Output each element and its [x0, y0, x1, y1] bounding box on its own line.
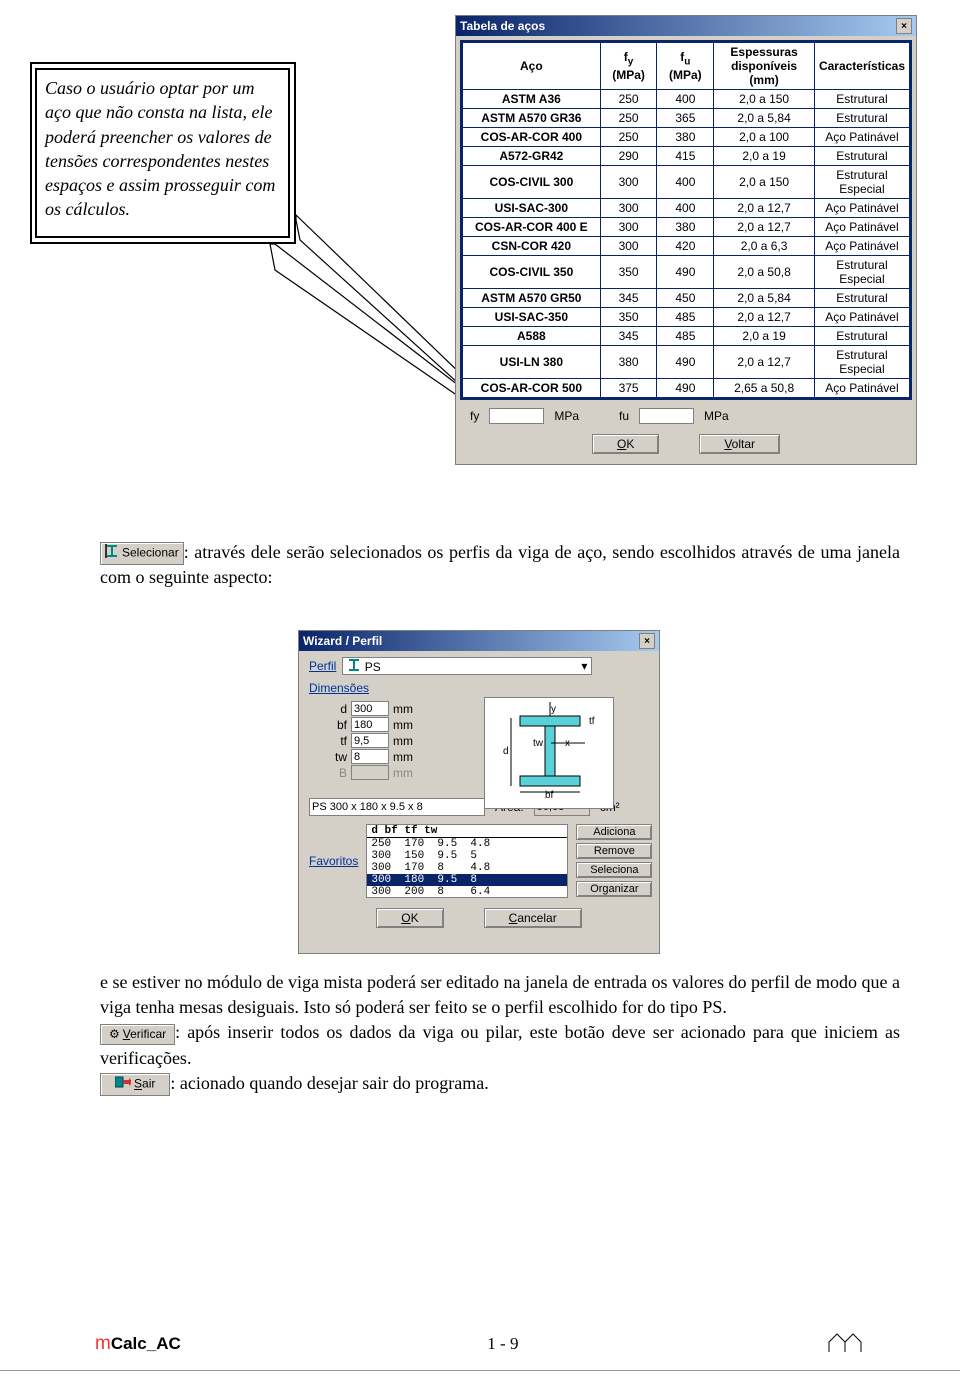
custom-inputs-row: fy MPa fu MPa	[456, 404, 916, 428]
remove-button[interactable]: Remove	[576, 843, 652, 859]
titlebar: Tabela de aços ×	[456, 16, 916, 36]
table-row[interactable]: COS-CIVIL 3003004002,0 a 150Estrutural E…	[463, 166, 910, 199]
table-row[interactable]: A5883454852,0 a 19Estrutural	[463, 327, 910, 346]
table-row[interactable]: USI-LN 3803804902,0 a 12,7Estrutural Esp…	[463, 346, 910, 379]
dim-tf-input[interactable]	[351, 733, 389, 748]
table-row[interactable]: CSN-COR 4203004202,0 a 6,3Aço Patinável	[463, 237, 910, 256]
col-fu: fu(MPa)	[657, 43, 714, 90]
fy-label: fy	[470, 409, 479, 423]
organizar-button[interactable]: Organizar	[576, 881, 652, 897]
paragraph-selecionar: Selecionar : através dele serão selecion…	[100, 540, 900, 590]
verificar-button[interactable]: ⚙Verificar	[100, 1024, 175, 1045]
dim-d-input[interactable]	[351, 701, 389, 716]
fu-input[interactable]	[639, 408, 694, 424]
window-title: Tabela de aços	[460, 19, 545, 33]
dimensoes-label: Dimensões	[309, 681, 649, 695]
wizard-perfil-window: Wizard / Perfil × Perfil PS ▾ Dimensões …	[298, 630, 660, 954]
list-item[interactable]: 300 180 9.5 8	[367, 874, 567, 886]
wizard-cancel-button[interactable]: Cancelar	[484, 908, 582, 928]
col-fy: fy(MPa)	[600, 43, 657, 90]
favorites-listbox[interactable]: d bf tf tw 250 170 9.5 4.8300 150 9.5 53…	[366, 824, 568, 898]
gear-icon: ⚙	[109, 1026, 120, 1043]
dim-B-input	[351, 765, 389, 780]
fy-unit: MPa	[554, 409, 579, 423]
callout-text: Caso o usuário optar por um aço que não …	[35, 68, 290, 238]
close-icon[interactable]: ×	[896, 18, 912, 34]
table-row[interactable]: ASTM A570 GR503454502,0 a 5,84Estrutural	[463, 289, 910, 308]
table-row[interactable]: A572-GR422904152,0 a 19Estrutural	[463, 147, 910, 166]
table-row[interactable]: USI-SAC-3503504852,0 a 12,7Aço Patinável	[463, 308, 910, 327]
seleciona-button[interactable]: Seleciona	[576, 862, 652, 878]
dim-tw-input[interactable]	[351, 749, 389, 764]
table-row[interactable]: ASTM A570 GR362503652,0 a 5,84Estrutural	[463, 109, 910, 128]
ibeam-icon	[347, 659, 361, 671]
steel-table-window: Tabela de aços × Aço fy(MPa) fu(MPa) Esp…	[455, 15, 917, 465]
selecionar-button[interactable]: Selecionar	[100, 542, 184, 565]
list-item[interactable]: 250 170 9.5 4.8	[367, 838, 567, 850]
col-caracteristicas: Características	[814, 43, 909, 90]
table-row[interactable]: USI-SAC-3003004002,0 a 12,7Aço Patinável	[463, 199, 910, 218]
list-item[interactable]: 300 150 9.5 5	[367, 850, 567, 862]
ibeam-icon	[105, 544, 119, 563]
svg-text:tf: tf	[589, 716, 595, 727]
table-row[interactable]: COS-AR-COR 400 E3003802,0 a 12,7Aço Pati…	[463, 218, 910, 237]
profile-name-input[interactable]	[309, 798, 485, 816]
list-item[interactable]: 300 200 8 6.4	[367, 886, 567, 898]
close-icon[interactable]: ×	[639, 633, 655, 649]
voltar-button[interactable]: Voltar	[699, 434, 780, 454]
fu-label: fu	[619, 409, 629, 423]
page-footer: mCalc_AC 1 - 9	[0, 1328, 960, 1359]
sair-button[interactable]: Sair	[100, 1073, 170, 1096]
profile-diagram: y tf tw x d bf	[484, 697, 614, 809]
col-aco: Aço	[463, 43, 601, 90]
svg-text:tw: tw	[533, 738, 544, 749]
table-row[interactable]: COS-AR-COR 5003754902,65 a 50,8Aço Patin…	[463, 379, 910, 398]
table-row[interactable]: COS-CIVIL 3503504902,0 a 50,8Estrutural …	[463, 256, 910, 289]
svg-text:y: y	[551, 704, 556, 715]
dim-bf-input[interactable]	[351, 717, 389, 732]
perfil-select[interactable]: PS ▾	[342, 657, 592, 675]
house-icon	[825, 1328, 865, 1359]
col-espessuras: Espessuras disponíveis (mm)	[714, 43, 815, 90]
adiciona-button[interactable]: Adiciona	[576, 824, 652, 840]
fy-input[interactable]	[489, 408, 544, 424]
perfil-label[interactable]: Perfil	[309, 659, 336, 673]
table-row[interactable]: ASTM A362504002,0 a 150Estrutural	[463, 90, 910, 109]
table-row[interactable]: COS-AR-COR 4002503802,0 a 100Aço Patináv…	[463, 128, 910, 147]
footer-rule	[0, 1370, 960, 1371]
svg-text:d: d	[503, 746, 509, 757]
wizard-titlebar: Wizard / Perfil ×	[299, 631, 659, 651]
list-header: d bf tf tw	[367, 825, 567, 838]
steel-table: Aço fy(MPa) fu(MPa) Espessuras disponíve…	[460, 40, 912, 400]
list-item[interactable]: 300 170 8 4.8	[367, 862, 567, 874]
fu-unit: MPa	[704, 409, 729, 423]
exit-icon	[115, 1075, 131, 1094]
wizard-title: Wizard / Perfil	[303, 634, 382, 648]
favoritos-label[interactable]: Favoritos	[309, 854, 358, 868]
ok-button[interactable]: OK	[592, 434, 659, 454]
paragraph-module: e se estiver no módulo de viga mista pod…	[100, 970, 900, 1096]
chevron-down-icon[interactable]: ▾	[581, 659, 587, 673]
wizard-ok-button[interactable]: OK	[376, 908, 443, 928]
